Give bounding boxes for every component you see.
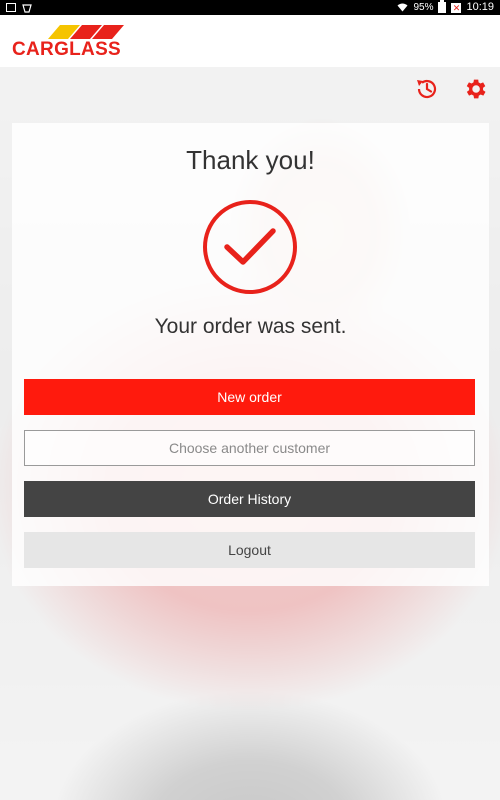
notification-icon: ✕ — [451, 2, 462, 13]
logo-stripes-icon — [48, 25, 124, 39]
new-order-button[interactable]: New order — [24, 379, 475, 415]
screenshot-icon — [6, 3, 16, 12]
toolbar — [0, 67, 500, 111]
settings-icon — [466, 79, 486, 99]
order-history-button[interactable]: Order History — [24, 481, 475, 517]
status-right: 95% ✕ 10:19 — [397, 0, 494, 15]
logout-button[interactable]: Logout — [24, 532, 475, 568]
store-icon — [22, 3, 32, 13]
logout-label: Logout — [228, 542, 271, 558]
logo-text: CARGLASS — [12, 39, 122, 60]
page-title: Thank you! — [186, 145, 315, 175]
app-header: CARGLASS — [0, 15, 500, 67]
battery-icon — [438, 0, 447, 13]
history-button[interactable] — [412, 74, 442, 104]
order-history-label: Order History — [207, 491, 292, 507]
history-icon — [417, 79, 437, 99]
new-order-label: New order — [217, 389, 282, 405]
success-check-icon — [203, 200, 297, 294]
wifi-icon — [397, 3, 408, 12]
choose-customer-label: Choose another customer — [168, 440, 331, 456]
status-left — [6, 0, 32, 15]
carglass-logo: CARGLASS — [12, 25, 142, 61]
status-bar: 95% ✕ 10:19 — [0, 0, 500, 15]
confirmation-message: Your order was sent. — [154, 315, 347, 338]
settings-button[interactable] — [460, 74, 490, 104]
choose-customer-button[interactable]: Choose another customer — [24, 430, 475, 466]
battery-percent: 95% — [413, 2, 434, 13]
app-screen: 95% ✕ 10:19 CARGLASS Thank you! Your ord… — [0, 0, 500, 800]
confirmation-card: Thank you! Your order was sent. New orde… — [12, 123, 489, 586]
clock: 10:19 — [466, 1, 494, 13]
